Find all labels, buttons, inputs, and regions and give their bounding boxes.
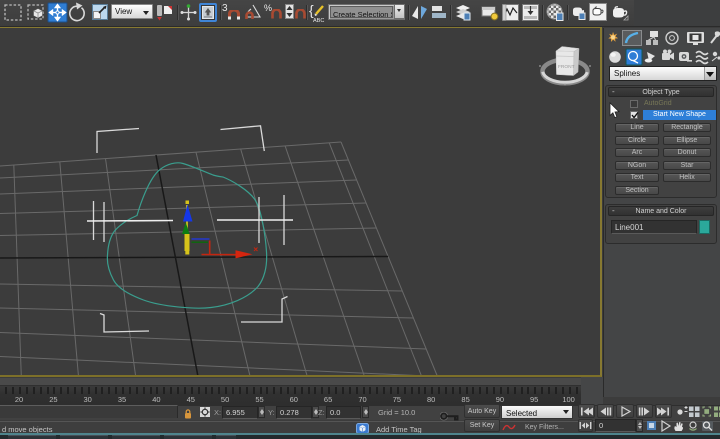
svg-text:ABC: ABC (313, 18, 324, 23)
svg-text:{: { (309, 2, 314, 18)
svg-text:FRONT: FRONT (558, 64, 575, 70)
